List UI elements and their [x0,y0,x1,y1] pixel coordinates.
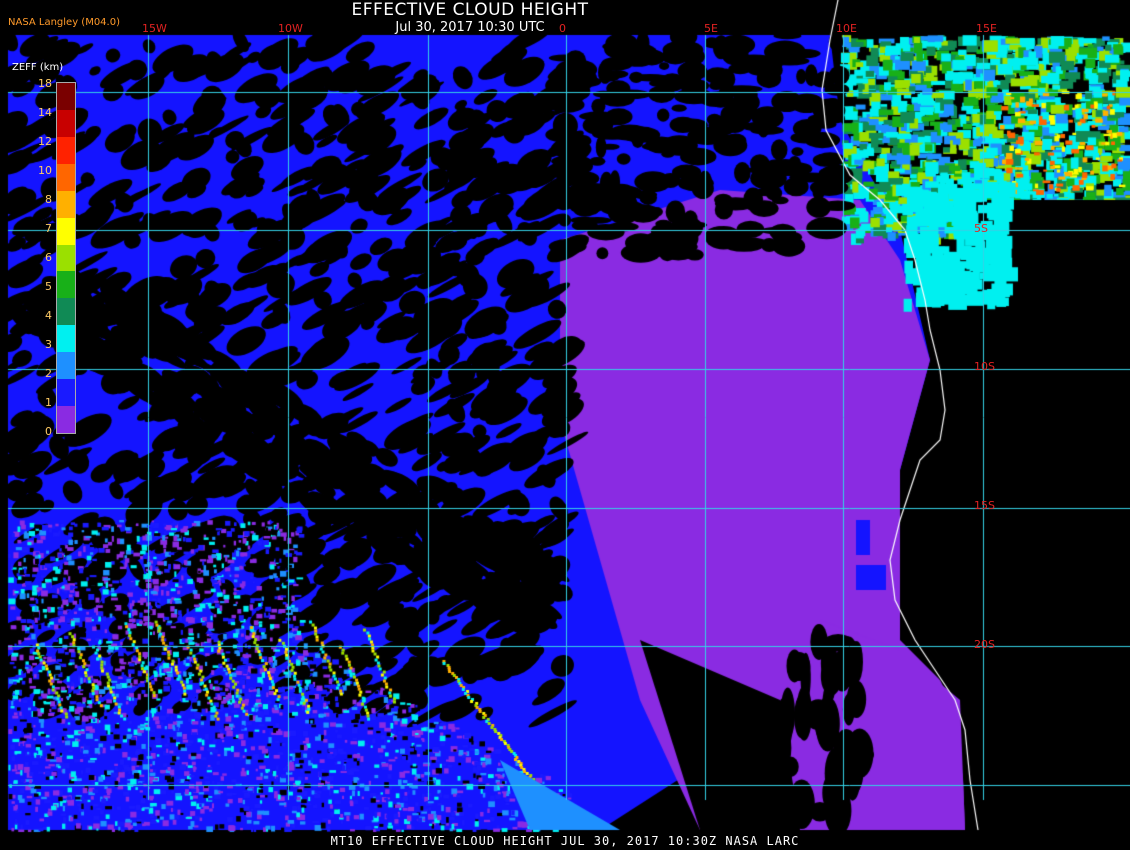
legend-swatch [57,379,75,407]
map-title: EFFECTIVE CLOUD HEIGHT [351,0,589,20]
legend-swatch [57,298,75,326]
legend-swatch [57,244,75,272]
longitude-label: 15W [142,22,167,35]
color-legend-bar [56,82,76,434]
legend-tick: 1 [45,396,52,409]
legend-tick: 18 [38,77,52,90]
latitude-label: 10S [974,360,995,373]
legend-tick: 3 [45,338,52,351]
footer-caption: MT10 EFFECTIVE CLOUD HEIGHT JUL 30, 2017… [330,834,800,848]
legend-swatch [57,217,75,245]
legend-swatch [57,271,75,299]
longitude-label: 15E [976,22,997,35]
cloud-height-map [0,0,1130,850]
legend-swatch [57,83,75,110]
legend-tick: 10 [38,164,52,177]
legend-swatch [57,109,75,137]
legend-tick: 2 [45,367,52,380]
legend-swatch [57,406,75,434]
legend-swatch [57,352,75,380]
latitude-label: 5S [974,222,988,235]
legend-tick: 5 [45,280,52,293]
latitude-label: 20S [974,638,995,651]
longitude-label: 10W [278,22,303,35]
legend-swatch [57,190,75,218]
latitude-label: 15S [974,499,995,512]
credit-label: NASA Langley (M04.0) [8,17,120,28]
longitude-label: 5E [704,22,718,35]
legend-swatch [57,163,75,191]
longitude-label: 10E [836,22,857,35]
legend-tick: 0 [45,425,52,438]
longitude-label: 0 [559,22,566,35]
legend-tick: 4 [45,309,52,322]
legend-tick: 6 [45,251,52,264]
legend-tick: 7 [45,222,52,235]
legend-tick: 12 [38,135,52,148]
legend-units-label: ZEFF (km) [12,62,64,73]
legend-swatch [57,136,75,164]
legend-swatch [57,325,75,353]
map-subtitle: Jul 30, 2017 10:30 UTC [395,20,545,35]
legend-tick: 8 [45,193,52,206]
legend-tick: 14 [38,106,52,119]
